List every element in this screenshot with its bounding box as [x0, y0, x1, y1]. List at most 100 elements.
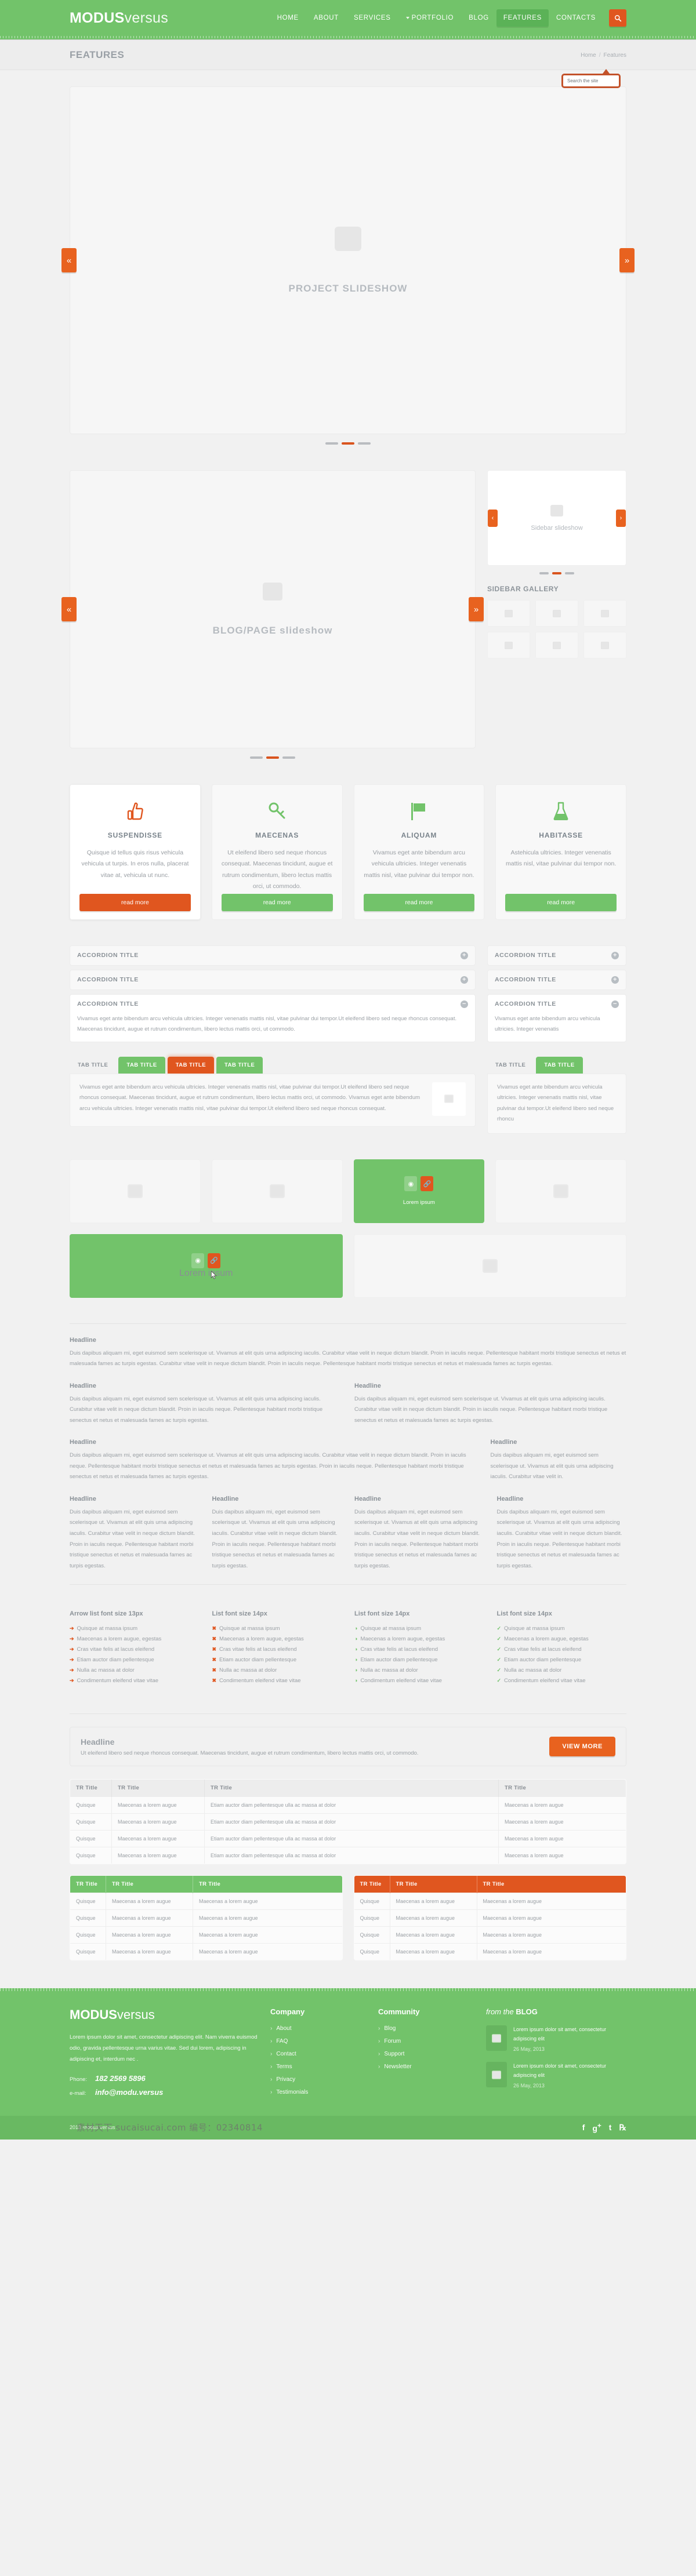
gallery-thumb[interactable] — [535, 632, 578, 658]
portfolio-cell[interactable] — [495, 1159, 626, 1223]
gallery-thumb[interactable] — [583, 632, 626, 658]
side-tab-1[interactable]: TAB TITLE — [487, 1057, 534, 1074]
search-input[interactable]: Search the site — [567, 78, 598, 83]
slide-dot[interactable] — [282, 756, 295, 759]
footer-email-value[interactable]: info@modu.versus — [95, 2088, 163, 2097]
slide-dot[interactable] — [539, 572, 549, 574]
gallery-thumb[interactable] — [535, 600, 578, 627]
accordion-item[interactable]: ACCORDION TITLE + — [70, 945, 476, 966]
nav-item-home[interactable]: HOME — [270, 0, 306, 36]
minus-icon[interactable]: − — [611, 1000, 619, 1008]
plus-icon[interactable]: + — [461, 951, 468, 959]
table-cell: Maecenas a lorem augue — [111, 1796, 205, 1814]
feature-read-more-button[interactable]: read more — [79, 893, 191, 911]
gallery-thumb[interactable] — [583, 600, 626, 627]
site-logo[interactable]: MODUSversus — [70, 10, 168, 27]
plus-icon[interactable]: + — [461, 976, 468, 984]
portfolio-cell-hover[interactable]: ◉ 🔗 Lorem ipsum — [70, 1234, 343, 1298]
slide-dot-active[interactable] — [342, 442, 354, 445]
accordion-item[interactable]: ACCORDION TITLE + — [487, 945, 626, 966]
side-tab-2[interactable]: TAB TITLE — [536, 1056, 583, 1074]
footer-link-item[interactable]: › FAQ — [270, 2038, 369, 2044]
search-toggle-button[interactable] — [609, 9, 626, 27]
twitter-icon[interactable]: t — [609, 2123, 612, 2132]
slide-dot[interactable] — [250, 756, 263, 759]
image-placeholder-icon — [492, 2033, 501, 2043]
accordion-sidebar: ACCORDION TITLE + ACCORDION TITLE + ACCORD… — [487, 945, 626, 1046]
footer-link-item[interactable]: › Blog — [378, 2025, 477, 2032]
tab-2[interactable]: TAB TITLE — [118, 1056, 165, 1074]
nav-link-services[interactable]: SERVICES — [346, 0, 398, 36]
search-popover[interactable]: Search the site — [561, 69, 621, 88]
plus-icon[interactable]: + — [611, 951, 619, 959]
footer-link-item[interactable]: › Support — [378, 2051, 477, 2057]
footer-link-item[interactable]: › Testimonials — [270, 2089, 369, 2095]
project-slideshow-next-button[interactable]: » — [619, 248, 635, 272]
gallery-thumb[interactable] — [487, 600, 530, 627]
arrow-icon: ➔ — [70, 1646, 74, 1653]
nav-item-contacts[interactable]: CONTACTS — [549, 0, 603, 36]
nav-item-features[interactable]: FEATURES — [496, 0, 549, 36]
tab-1[interactable]: TAB TITLE — [70, 1057, 116, 1074]
arrow-icon: ➔ — [70, 1667, 74, 1673]
portfolio-cell[interactable] — [353, 1234, 626, 1298]
footer-link-item[interactable]: › Forum — [378, 2038, 477, 2044]
feature-read-more-button[interactable]: read more — [505, 893, 617, 911]
portfolio-cell[interactable] — [70, 1159, 201, 1223]
view-more-button[interactable]: VIEW MORE — [549, 1737, 615, 1757]
plus-icon[interactable]: + — [611, 976, 619, 984]
portfolio-cell-hover[interactable]: ◉ 🔗 Lorem ipsum — [353, 1159, 485, 1223]
footer-link-item[interactable]: › Terms — [270, 2064, 369, 2070]
zoom-icon[interactable]: ◉ — [404, 1176, 418, 1192]
footer-link-item[interactable]: › About — [270, 2025, 369, 2032]
blog-slideshow-next-button[interactable]: » — [469, 597, 484, 621]
nav-item-services[interactable]: SERVICES — [346, 0, 398, 36]
tab-4[interactable]: TAB TITLE — [216, 1056, 263, 1074]
accordion-item[interactable]: ACCORDION TITLE + — [70, 969, 476, 990]
nav-link-contacts[interactable]: CONTACTS — [549, 0, 603, 36]
slide-dot[interactable] — [565, 572, 574, 574]
link-icon[interactable]: 🔗 — [420, 1176, 434, 1192]
footer-link-item[interactable]: › Privacy — [270, 2076, 369, 2083]
nav-link-home[interactable]: HOME — [270, 0, 306, 36]
gallery-thumb[interactable] — [487, 632, 530, 658]
footer-link-item[interactable]: › Contact — [270, 2051, 369, 2057]
image-placeholder-icon — [335, 226, 361, 251]
nav-link-about[interactable]: ABOUT — [306, 0, 346, 36]
rss-icon[interactable]: ℞ — [619, 2123, 626, 2133]
feature-read-more-button[interactable]: read more — [363, 893, 475, 911]
blog-slideshow-prev-button[interactable]: « — [61, 597, 77, 621]
slide-dot-active[interactable] — [552, 572, 561, 574]
chevron-right-icon: › — [270, 2051, 273, 2058]
portfolio-cell[interactable] — [211, 1159, 343, 1223]
zoom-icon[interactable]: ◉ — [191, 1253, 205, 1268]
breadcrumb-home[interactable]: Home — [581, 52, 596, 59]
link-icon[interactable]: 🔗 — [208, 1253, 221, 1268]
blog-post-title: Lorem ipsum dolor sit amet, consectetur … — [513, 2063, 607, 2079]
footer-blog-post[interactable]: Lorem ipsum dolor sit amet, consectetur … — [486, 2025, 626, 2054]
nav-link-blog[interactable]: BLOG — [461, 0, 496, 36]
footer-logo[interactable]: MODUSversus — [70, 2007, 261, 2022]
google-plus-icon[interactable]: g+ — [592, 2122, 601, 2133]
facebook-icon[interactable]: f — [582, 2123, 585, 2132]
nav-item-portfolio[interactable]: PORTFOLIO — [398, 0, 462, 36]
footer-link-item[interactable]: › Newsletter — [378, 2064, 477, 2070]
footer-blog-title: from the BLOG — [486, 2007, 626, 2016]
accordion-item[interactable]: ACCORDION TITLE + — [487, 969, 626, 990]
sidebar-slideshow-next-button[interactable]: › — [616, 509, 626, 527]
nav-item-blog[interactable]: BLOG — [461, 0, 496, 36]
nav-link-features[interactable]: FEATURES — [496, 9, 549, 27]
tab-3-active[interactable]: TAB TITLE — [167, 1056, 215, 1074]
feature-read-more-button[interactable]: read more — [221, 893, 333, 911]
slide-dot[interactable] — [358, 442, 371, 445]
nav-item-about[interactable]: ABOUT — [306, 0, 346, 36]
minus-icon[interactable]: − — [461, 1000, 468, 1008]
project-slideshow-prev-button[interactable]: « — [61, 248, 77, 272]
slide-dot[interactable] — [325, 442, 338, 445]
slide-dot-active[interactable] — [266, 756, 279, 759]
accordion-item-open[interactable]: ACCORDION TITLE − Vivamus eget ante biben… — [70, 994, 476, 1042]
accordion-item-open[interactable]: ACCORDION TITLE − Vivamus eget ante biben… — [487, 994, 626, 1042]
footer-blog-post[interactable]: Lorem ipsum dolor sit amet, consectetur … — [486, 2062, 626, 2090]
accordion-title: ACCORDION TITLE — [77, 976, 139, 984]
sidebar-slideshow-prev-button[interactable]: ‹ — [488, 509, 498, 527]
